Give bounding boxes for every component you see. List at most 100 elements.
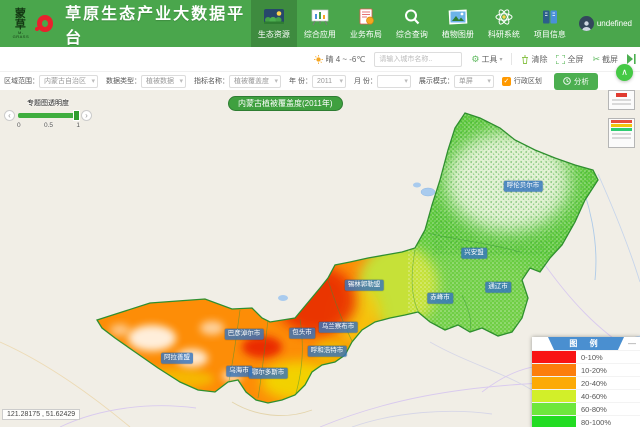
map-label-alxa: 阿拉善盟 [161,353,193,364]
legend-swatch [532,351,576,363]
research-system-icon [492,8,516,27]
legend-row: 20-40% [532,376,640,389]
nav-label: 综合应用 [304,29,336,40]
search-icon [400,8,424,27]
project-info-icon [538,8,562,27]
filter-label: 月 份： [354,76,377,86]
widget-marker [616,93,627,97]
admin-division-label: 行政区划 [514,76,542,86]
legend-row: 40-60% [532,389,640,402]
map-label-bayannur: 巴彦淖尔市 [225,329,264,340]
year-select[interactable]: 2011 [312,75,346,88]
nav-item-research-system[interactable]: 科研系统 [481,0,527,47]
map-label-hulunbuir: 呼伦贝尔市 [504,181,543,192]
avatar [579,16,594,31]
legend-panel: 图 例 — 0-10% 10-20% 20-40% 40-60% 60-8 [532,337,640,427]
admin-division-checkbox[interactable]: ✓ [502,77,511,86]
map-label-ordos: 鄂尔多斯市 [249,368,288,379]
chevron-down-icon: ▾ [499,56,502,63]
plant-atlas-icon [446,8,470,27]
legend-minimize-button[interactable]: — [628,337,636,350]
mgrass-logo[interactable]: 蒙草 M-GRASS [10,9,53,39]
user-menu[interactable]: undefined [579,16,632,31]
slider-decrease-button[interactable]: ‹ [4,110,15,121]
opacity-slider-label: 专题图透明度 [4,98,92,108]
nav-label: 项目信息 [534,29,566,40]
cursor-coordinates: 121.28175 , 51.62429 [2,409,80,420]
map-label-baotou: 包头市 [289,328,315,339]
map-label-xingan: 兴安盟 [461,248,487,259]
chevron-up-icon: ∧ [621,67,628,77]
legend-swatch [532,416,576,427]
map-label-ulanqab: 乌兰察布市 [319,322,358,333]
trash-icon [521,55,529,64]
nav-label: 科研系统 [488,29,520,40]
map-label-hohhot: 呼和浩特市 [308,346,347,357]
screenshot-button[interactable]: ✂ 截屏 [592,54,618,65]
divider [511,53,512,65]
gear-icon: ⚙ [471,54,479,65]
nav-label: 植物图册 [442,29,474,40]
collapse-panel-icon[interactable] [627,54,636,64]
clear-button[interactable]: 清除 [521,54,547,65]
map-title-badge: 内蒙古植被覆盖度(2011年) [228,96,343,111]
nav-item-project-info[interactable]: 项目信息 [527,0,573,47]
username: undefined [597,19,632,28]
mgrass-ring-icon [37,15,53,32]
opacity-slider-widget: 专题图透明度 ‹ › 00.51 [4,98,92,129]
integrated-apps-icon [308,8,332,27]
filter-bar: 区域范围： 内蒙古自治区 数据类型： 植被数据 指标名称： 植被覆盖度 年 份：… [0,72,640,90]
indicator-select[interactable]: 植被覆盖度 [229,75,281,88]
weather-widget: 晴 4 ~ -6℃ [314,54,365,65]
nav-item-plant-atlas[interactable]: 植物图册 [435,0,481,47]
map-label-chifeng: 赤峰市 [427,293,453,304]
filter-label: 区域范围： [4,76,39,86]
filter-label: 年 份： [289,76,312,86]
nav-item-eco-resources[interactable]: 生态资源 [251,0,297,47]
page-title: 草原生态产业大数据平台 [65,0,251,48]
legend-header: 图 例 — [532,337,640,350]
map-canvas[interactable]: 内蒙古植被覆盖度(2011年) 呼伦贝尔市 兴安盟 通辽市 赤峰市 锡林郭勒盟 … [0,90,640,427]
map-widget-collapsed-1[interactable] [608,90,635,110]
legend-swatch [532,364,576,376]
fullscreen-button[interactable]: 全屏 [556,54,583,65]
collapse-filters-button[interactable]: ∧ [616,64,633,81]
legend-row: 60-80% [532,402,640,415]
city-search-input[interactable] [374,52,462,67]
admin-division-toggle: ✓ 行政区划 [502,76,542,86]
opacity-slider-handle[interactable] [73,110,80,121]
slider-increase-button[interactable]: › [81,110,92,121]
nav-item-search[interactable]: 综合查询 [389,0,435,47]
filter-indicator: 指标名称： 植被覆盖度 [194,75,281,88]
logo-text: 蒙草 M-GRASS [10,9,32,39]
region-select[interactable]: 内蒙古自治区 [39,75,98,88]
legend-swatch [532,403,576,415]
app-root: 蒙草 M-GRASS 草原生态产业大数据平台 生态资源 综合应用 [0,0,640,427]
nav-label: 业务布局 [350,29,382,40]
scissors-icon: ✂ [592,54,600,65]
fullscreen-icon [556,55,565,64]
legend-title: 图 例 [548,337,624,350]
legend-row: 80-100% [532,415,640,427]
opacity-slider-track[interactable] [18,113,78,118]
legend-swatch [532,390,576,402]
nav-item-business-layout[interactable]: 业务布局 [343,0,389,47]
app-header: 蒙草 M-GRASS 草原生态产业大数据平台 生态资源 综合应用 [0,0,640,47]
filter-label: 数据类型： [106,76,141,86]
legend-row: 10-20% [532,363,640,376]
display-mode-select[interactable]: 单屏 [454,75,494,88]
datatype-select[interactable]: 植被数据 [141,75,186,88]
legend-row: 0-10% [532,350,640,363]
filter-datatype: 数据类型： 植被数据 [106,75,186,88]
analyze-button[interactable]: 分析 [554,73,598,90]
slider-ticks: 00.51 [17,122,80,129]
month-select[interactable] [377,75,411,88]
filter-region: 区域范围： 内蒙古自治区 [4,75,98,88]
tools-button[interactable]: ⚙ 工具 ▾ [471,54,502,65]
filter-display-mode: 展示模式： 单屏 [419,75,494,88]
filter-year: 年 份： 2011 [289,75,346,88]
main-nav: 生态资源 综合应用 业务布局 综合查询 [251,0,573,47]
toolbar: 晴 4 ~ -6℃ ⚙ 工具 ▾ 清除 全屏 ✂ 截屏 [0,47,640,72]
map-widget-collapsed-2[interactable] [608,118,635,148]
nav-item-integrated-apps[interactable]: 综合应用 [297,0,343,47]
